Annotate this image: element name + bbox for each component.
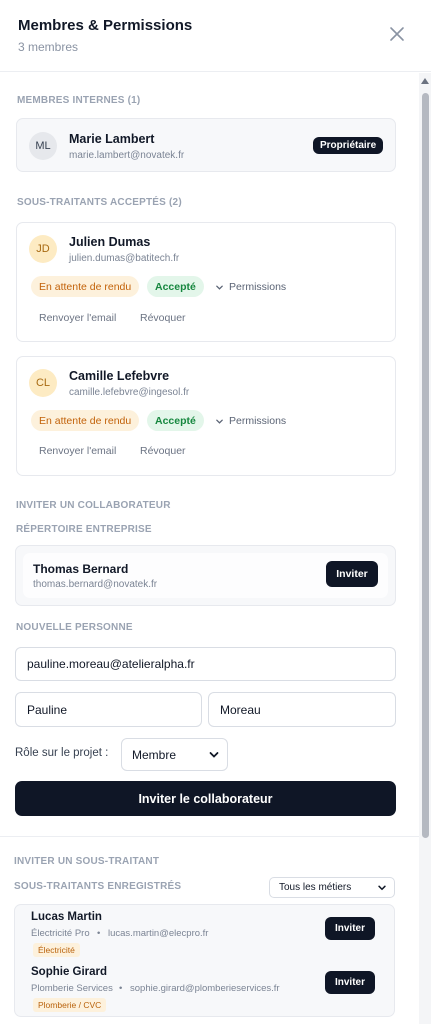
invite-directory-button[interactable]: Inviter	[326, 561, 378, 587]
section-registered-subcontractors: SOUS-TRAITANTS ENREGISTRÉS	[14, 881, 182, 892]
status-badge-waiting: En attente de rendu	[31, 276, 140, 297]
member-email: camille.lefebvre@ingesol.fr	[69, 387, 190, 398]
subcontractor-name: Lucas Martin	[31, 911, 102, 923]
invite-subcontractor-button[interactable]: Inviter	[325, 971, 375, 994]
meta-separator: •	[97, 928, 101, 939]
role-select-value: Membre	[132, 747, 177, 762]
member-card: ML Marie Lambert marie.lambert@novatek.f…	[16, 118, 396, 172]
email-field[interactable]: pauline.moreau@atelieralpha.fr	[15, 647, 396, 681]
chevron-down-icon	[209, 751, 219, 758]
resend-email-link[interactable]: Renvoyer l'email	[39, 312, 116, 324]
trade-tag: Plomberie / CVC	[33, 998, 107, 1012]
trade-filter-select[interactable]: Tous les métiers	[269, 877, 395, 898]
subcontractor-company: Plomberie Services	[31, 983, 113, 994]
section-divider	[0, 836, 419, 837]
status-badge-accepted: Accepté	[147, 410, 204, 431]
invite-subcontractor-button[interactable]: Inviter	[325, 917, 375, 940]
subcontractor-email: sophie.girard@plomberieservices.fr	[130, 983, 280, 994]
revoke-link[interactable]: Révoquer	[140, 312, 186, 324]
permissions-toggle[interactable]: Permissions	[215, 413, 286, 429]
section-new-person: NOUVELLE PERSONNE	[16, 622, 133, 633]
status-badge-waiting: En attente de rendu	[31, 410, 140, 431]
close-button[interactable]	[387, 24, 407, 44]
chevron-down-icon	[378, 885, 386, 890]
section-invite-collaborator: INVITER UN COLLABORATEUR	[16, 500, 171, 511]
trade-filter-value: Tous les métiers	[279, 882, 352, 893]
member-email: marie.lambert@novatek.fr	[69, 150, 185, 161]
last-name-field[interactable]: Moreau	[208, 692, 396, 727]
subcontractor-company: Électricité Pro	[31, 928, 90, 939]
resend-email-link[interactable]: Renvoyer l'email	[39, 445, 116, 457]
subcontractor-card: CL Camille Lefebvre camille.lefebvre@ing…	[16, 356, 396, 476]
section-invite-subcontractor: INVITER UN SOUS-TRAITANT	[14, 856, 160, 867]
scrollbar-thumb[interactable]	[422, 93, 429, 838]
modal-body: MEMBRES INTERNES (1) ML Marie Lambert ma…	[0, 73, 431, 1024]
section-subcontractors: SOUS-TRAITANTS ACCEPTÉS (2)	[17, 197, 182, 208]
member-count: 3 membres	[18, 40, 79, 54]
directory-email: thomas.bernard@novatek.fr	[33, 579, 158, 590]
revoke-link[interactable]: Révoquer	[140, 445, 186, 457]
permissions-toggle[interactable]: Permissions	[215, 279, 286, 295]
directory-name: Thomas Bernard	[33, 562, 129, 576]
registered-subcontractors-list: Lucas Martin Électricité Pro • lucas.mar…	[14, 904, 395, 1017]
invite-collaborator-button[interactable]: Inviter le collaborateur	[15, 781, 396, 816]
avatar: ML	[29, 132, 57, 160]
status-badge-accepted: Accepté	[147, 276, 204, 297]
member-name: Camille Lefebvre	[69, 369, 170, 383]
permissions-label: Permissions	[229, 415, 287, 427]
member-email: julien.dumas@batitech.fr	[69, 253, 180, 264]
member-name: Julien Dumas	[69, 235, 151, 249]
directory-item: Thomas Bernard thomas.bernard@novatek.fr…	[23, 553, 388, 598]
close-icon	[390, 27, 404, 41]
modal-header: Membres & Permissions 3 membres	[0, 0, 431, 72]
section-internal-members: MEMBRES INTERNES (1)	[17, 95, 141, 106]
permissions-label: Permissions	[229, 281, 287, 293]
subcontractor-name: Sophie Girard	[31, 966, 108, 978]
member-name: Marie Lambert	[69, 132, 155, 146]
section-company-directory: RÉPERTOIRE ENTREPRISE	[16, 524, 152, 535]
modal-title: Membres & Permissions	[18, 17, 193, 34]
owner-badge: Propriétaire	[313, 137, 384, 154]
chevron-down-icon	[216, 285, 223, 290]
trade-tag: Électricité	[33, 943, 80, 957]
scroll-up-icon[interactable]	[421, 78, 429, 84]
subcontractor-email: lucas.martin@elecpro.fr	[108, 928, 209, 939]
directory-card: Thomas Bernard thomas.bernard@novatek.fr…	[15, 545, 396, 606]
subcontractor-card: JD Julien Dumas julien.dumas@batitech.fr…	[16, 222, 396, 342]
first-name-field[interactable]: Pauline	[15, 692, 202, 727]
role-select[interactable]: Membre	[121, 738, 228, 771]
chevron-down-icon	[216, 419, 223, 424]
avatar: CL	[29, 369, 57, 397]
role-label: Rôle sur le projet :	[15, 747, 109, 759]
avatar: JD	[29, 235, 57, 263]
meta-separator: •	[119, 983, 123, 994]
